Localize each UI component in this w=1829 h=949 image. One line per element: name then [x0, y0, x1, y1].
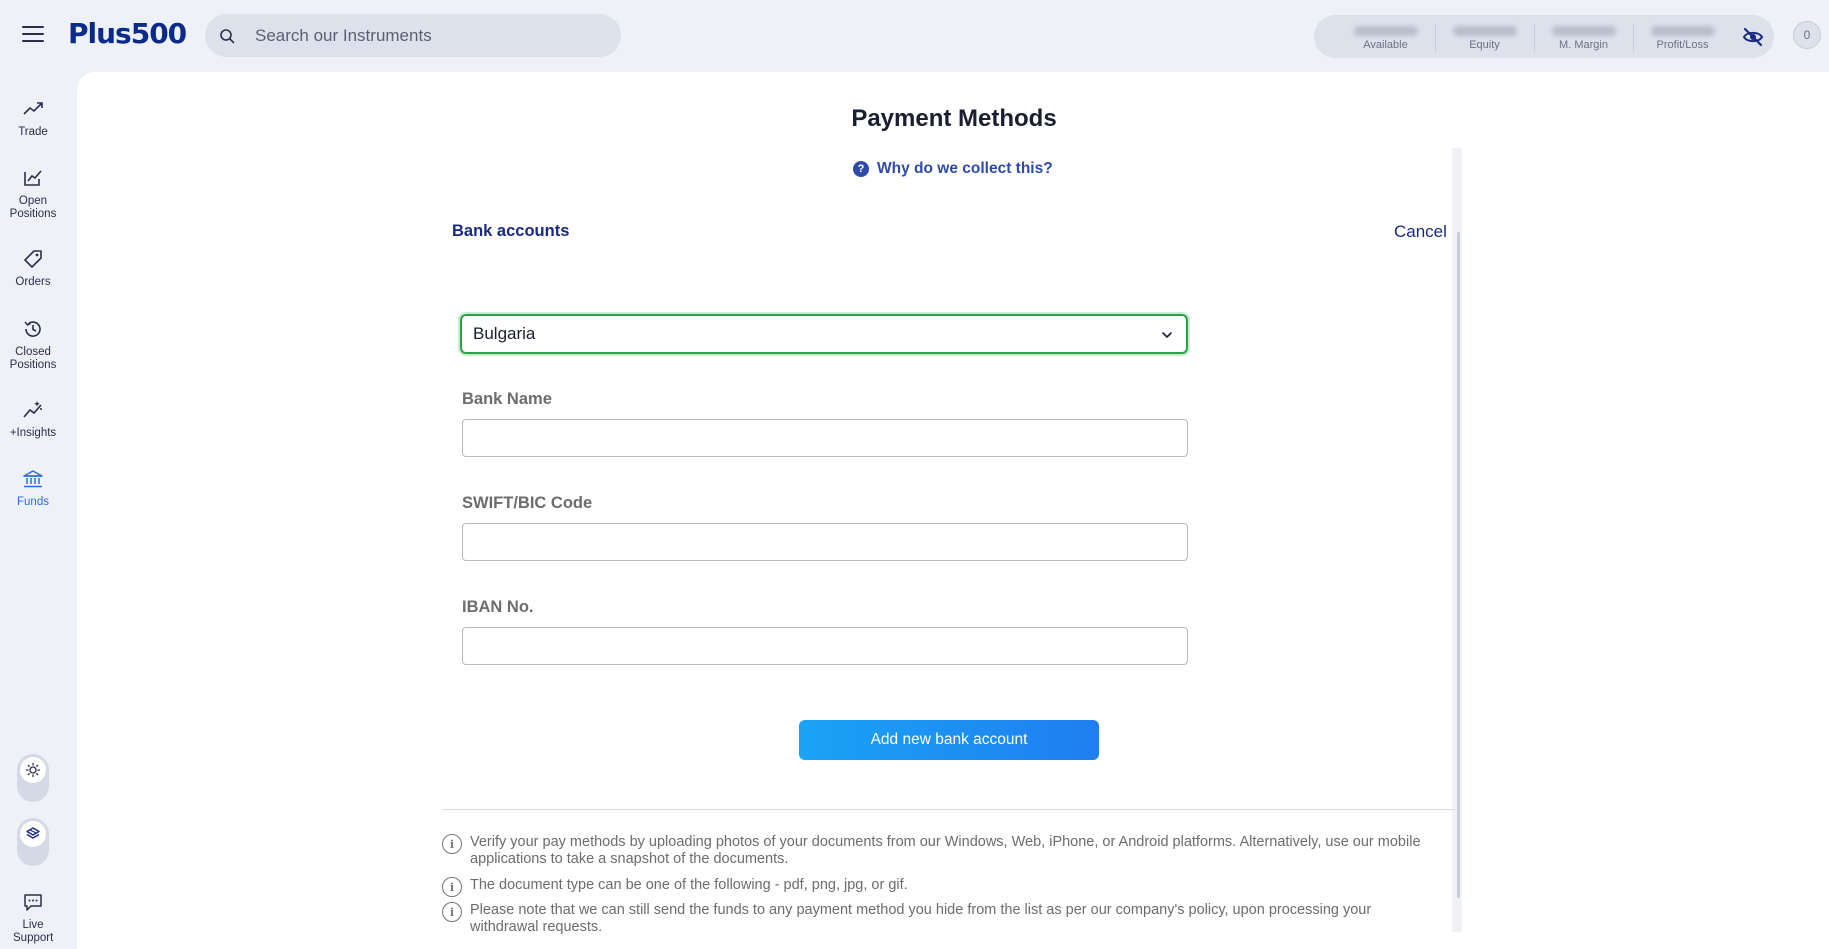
stat-available: Available	[1336, 22, 1435, 51]
add-bank-account-button[interactable]: Add new bank account	[799, 720, 1099, 760]
stat-margin: M. Margin	[1534, 22, 1633, 52]
country-select-value: Bulgaria	[473, 324, 536, 343]
help-icon: ?	[853, 161, 869, 177]
hidden-value	[1353, 26, 1418, 36]
bank-name-label: Bank Name	[462, 390, 552, 408]
sidebar-item-trade[interactable]: Trade	[0, 98, 66, 139]
divider	[442, 809, 1455, 810]
toggle-knob	[20, 757, 46, 783]
sidebar-item-label: Funds	[17, 496, 49, 508]
menu-icon[interactable]	[22, 26, 44, 42]
stat-label: M. Margin	[1559, 39, 1608, 51]
logo[interactable]: Plus500	[68, 17, 187, 50]
sidebar-item-label: Open Positions	[9, 195, 57, 220]
info-note: i The document type can be one of the fo…	[442, 877, 1442, 897]
iban-label: IBAN No.	[462, 598, 534, 616]
stat-label: Available	[1363, 39, 1408, 51]
iban-field[interactable]	[462, 627, 1188, 665]
chevron-down-icon	[1162, 332, 1172, 338]
info-note-text: The document type can be one of the foll…	[470, 877, 908, 893]
info-note: i Verify your pay methods by uploading p…	[442, 834, 1442, 868]
why-collect-label: Why do we collect this?	[877, 160, 1053, 177]
chat-icon	[24, 894, 42, 911]
stat-label: Equity	[1469, 39, 1500, 51]
hidden-value	[1452, 26, 1517, 36]
notifications-badge[interactable]: 0	[1793, 21, 1821, 49]
cancel-button[interactable]: Cancel	[1394, 222, 1447, 242]
swift-code-field[interactable]	[462, 523, 1188, 561]
sidebar-item-live-support[interactable]: Live Support	[0, 891, 66, 945]
trend-up-icon	[23, 102, 43, 115]
eye-slash-icon[interactable]	[1742, 26, 1764, 48]
sidebar-item-label: Live Support	[13, 919, 54, 944]
search-input[interactable]	[255, 25, 595, 46]
sidebar-item-label: Orders	[15, 276, 51, 288]
info-note-text: Verify your pay methods by uploading pho…	[470, 834, 1421, 867]
sidebar-item-orders[interactable]: Orders	[0, 248, 66, 289]
sidebar-item-insights[interactable]: +Insights	[0, 399, 66, 440]
toggle-knob	[20, 821, 46, 847]
layers-toggle[interactable]	[17, 818, 49, 866]
info-note-text: Please note that we can still send the f…	[470, 902, 1372, 935]
hidden-value	[1650, 26, 1715, 36]
stat-label: Profit/Loss	[1656, 39, 1709, 51]
bank-name-field[interactable]	[462, 419, 1188, 457]
country-select[interactable]: Bulgaria	[460, 314, 1188, 354]
info-note: i Please note that we can still send the…	[442, 902, 1442, 936]
theme-toggle[interactable]	[17, 754, 49, 802]
info-icon: i	[442, 902, 462, 922]
hidden-value	[1551, 26, 1616, 36]
page-title: Payment Methods	[851, 105, 1057, 132]
search-icon	[220, 28, 235, 43]
layers-icon	[26, 827, 40, 839]
info-icon: i	[442, 834, 462, 854]
top-bar: Plus500 Available Equity M. Margin Profi…	[0, 0, 1829, 72]
sidebar-item-label: +Insights	[9, 427, 57, 439]
sidebar-item-closed-positions[interactable]: Closed Positions	[0, 318, 66, 372]
section-title: Bank accounts	[452, 222, 570, 240]
why-collect-link[interactable]: ? Why do we collect this?	[853, 160, 1053, 178]
open-positions-icon	[24, 170, 42, 186]
sidebar: Trade Open Positions Orders Closed Posit…	[0, 72, 66, 949]
insights-icon	[23, 401, 42, 418]
sun-icon	[25, 762, 41, 778]
search-bar[interactable]	[205, 14, 621, 57]
tag-icon	[24, 250, 42, 268]
stat-profit-loss: Profit/Loss	[1633, 22, 1732, 52]
sidebar-item-label: Closed Positions	[9, 346, 57, 371]
info-icon: i	[442, 877, 462, 897]
sidebar-item-label: Trade	[18, 126, 48, 138]
stat-equity: Equity	[1435, 22, 1534, 52]
scrollbar-thumb[interactable]	[1457, 232, 1460, 898]
sidebar-item-funds[interactable]: Funds	[0, 468, 66, 509]
bank-icon	[23, 470, 43, 488]
account-stats: Available Equity M. Margin Profit/Loss	[1314, 15, 1774, 58]
history-icon	[24, 321, 41, 337]
payment-methods-panel: Payment Methods ? Why do we collect this…	[77, 72, 1829, 949]
sidebar-item-open-positions[interactable]: Open Positions	[0, 167, 66, 221]
swift-code-label: SWIFT/BIC Code	[462, 494, 593, 512]
